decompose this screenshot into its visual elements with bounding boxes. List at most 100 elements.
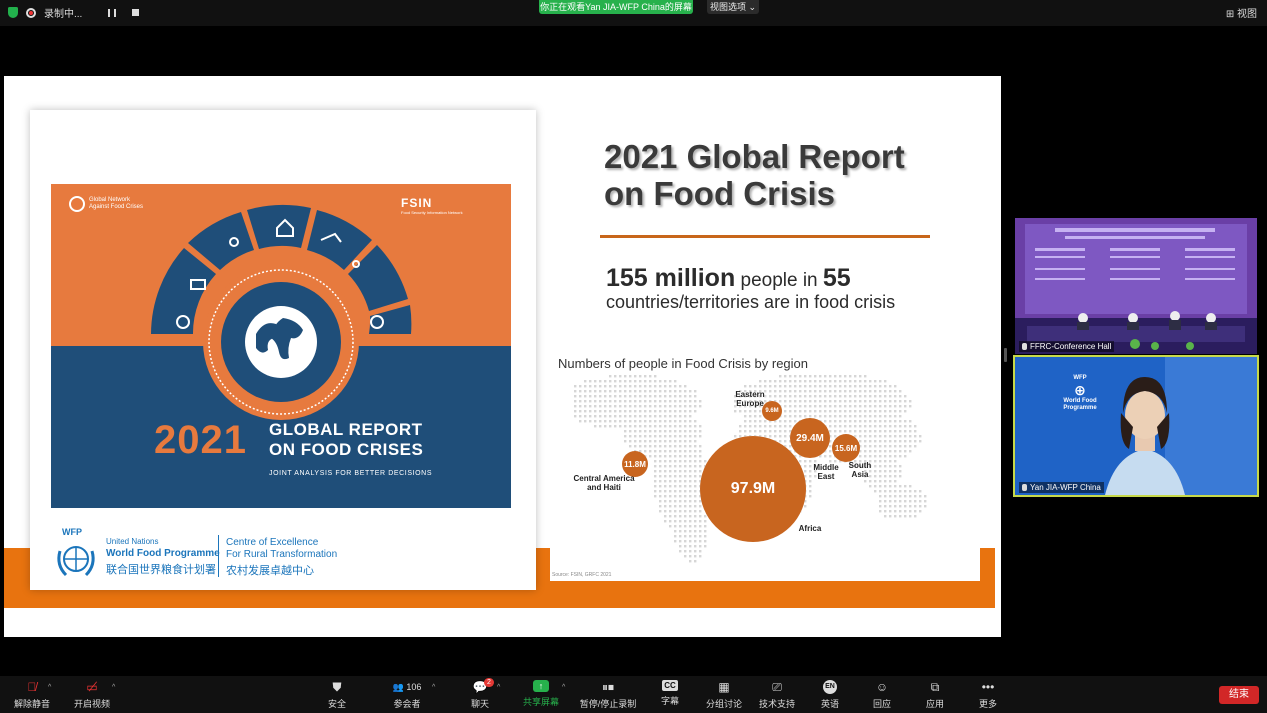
chat-label: 聊天 — [470, 699, 489, 709]
tile-name-yan-jia: Yan JIA-WFP China — [1019, 482, 1104, 493]
mic-muted-icon — [1022, 484, 1027, 491]
global-network-text: Global Network Against Food Crises — [89, 197, 143, 211]
language-label: 英语 — [820, 699, 839, 709]
zoom-meeting-window: 录制中... 你正在观看Yan JIA-WFP China的屏幕 视图选项 ⌄ … — [0, 0, 1267, 713]
chat-caret[interactable]: ^ — [497, 684, 500, 691]
video-tile-yan-jia[interactable]: WFP ⊕ World Food Programme Yan JIA-WFP C… — [1013, 355, 1259, 497]
stop-recording-icon[interactable] — [132, 9, 140, 16]
breakout-label: 分组讨论 — [705, 699, 742, 709]
stat-line2: countries/territories are in food crisis — [606, 292, 896, 312]
label-africa: Africa — [790, 524, 830, 533]
start-video-label: 开启视频 — [73, 699, 110, 709]
wfp-tile-emblem-icon: ⊕ — [1074, 382, 1086, 398]
language-icon: EN — [823, 680, 837, 694]
label-middle-east-l2: East — [817, 472, 835, 481]
unmute-label: 解除静音 — [13, 699, 50, 709]
mic-muted-icon — [1022, 343, 1027, 350]
recording-icon — [26, 7, 36, 18]
start-video-button[interactable]: ▭̸ 开启视频 — [70, 680, 114, 710]
global-network-logo: Global Network Against Food Crises — [69, 196, 143, 212]
cover-title-line1: GLOBAL REPORT — [269, 420, 423, 439]
tile-name-conference-hall: FFRC-Conference Hall — [1019, 341, 1115, 352]
pause-stop-recording-button[interactable]: ⏸⏹ 暂停/停止录制 — [578, 680, 638, 710]
language-button[interactable]: EN 英语 — [808, 680, 852, 710]
share-screen-icon: ↑ — [533, 680, 549, 692]
tech-support-button[interactable]: ⎚ 技术支持 — [755, 680, 799, 710]
report-title-line1: 2021 Global Report — [604, 138, 905, 175]
label-africa-l1: Africa — [798, 524, 822, 533]
label-middle-east-l1: Middle — [813, 463, 839, 472]
fsin-logo-subtext: Food Security Information Network — [401, 210, 463, 215]
stat-count: 155 million — [606, 264, 736, 292]
wfp-label: WFP — [62, 527, 82, 537]
reactions-button[interactable]: ☺ 回应 — [860, 680, 904, 710]
yan-jia-video — [1015, 357, 1257, 495]
view-options-label: 视图选项 — [709, 2, 746, 12]
tile-name-conference-hall-text: FFRC-Conference Hall — [1030, 342, 1112, 351]
logo-separator — [218, 535, 219, 577]
video-off-icon: ▭̸ — [86, 680, 98, 694]
label-eastern-europe: Eastern Europe — [730, 390, 770, 408]
view-button[interactable]: ⊞ 视图 — [1226, 5, 1257, 20]
recording-status: 录制中... — [8, 5, 140, 20]
more-icon: ••• — [981, 680, 995, 694]
share-caret[interactable]: ^ — [562, 684, 565, 691]
security-button[interactable]: ⛊ 安全 — [315, 680, 359, 710]
label-south-asia: South Asia — [840, 461, 880, 479]
cover-year: 2021 — [154, 418, 247, 462]
slide-right-panel: 2021 Global Report on Food Crisis 155 mi… — [550, 76, 980, 608]
chat-badge: 2 — [484, 678, 494, 687]
end-meeting-button[interactable]: 结束 — [1219, 686, 1259, 704]
gn-line1: Global Network — [89, 197, 131, 203]
video-options-caret[interactable]: ^ — [112, 684, 115, 691]
coe-line2: For Rural Transformation — [226, 549, 338, 560]
cc-icon: CC — [662, 680, 678, 691]
apps-icon: ⧉ — [930, 680, 940, 694]
apps-button[interactable]: ⧉ 应用 — [913, 680, 957, 710]
pause-stop-icon: ⏸⏹ — [601, 680, 614, 694]
stat-people-in: people in — [735, 270, 823, 291]
fsin-logo: FSIN Food Security Information Network — [401, 196, 463, 215]
captions-label: 字幕 — [660, 696, 679, 706]
map-source: Source: FSIN, GRFC 2021 — [552, 572, 612, 578]
stat-countries: 55 — [822, 264, 851, 292]
wfp-tile-logo-l2: World Food — [1063, 398, 1097, 404]
wfp-tile-logo: WFP ⊕ World Food Programme — [1060, 375, 1100, 412]
participants-icon: 👥 106 — [392, 682, 422, 692]
share-screen-button[interactable]: ↑ 共享屏幕 — [519, 680, 563, 708]
wfp-tile-logo-l1: WFP — [1073, 375, 1087, 381]
coe-line1: Centre of Excellence — [226, 537, 319, 548]
participants-count: 106 — [406, 682, 422, 692]
more-button[interactable]: ••• 更多 — [966, 680, 1010, 710]
shared-screen: Global Network Against Food Crises FSIN F… — [4, 76, 1001, 637]
security-label: 安全 — [327, 699, 346, 709]
coe-chinese: 农村发展卓越中心 — [226, 565, 314, 577]
gn-line2: Against Food Crises — [89, 204, 144, 210]
captions-button[interactable]: CC 字幕 — [648, 680, 692, 707]
video-tile-conference-hall[interactable]: FFRC-Conference Hall — [1015, 218, 1257, 354]
participants-button[interactable]: 👥 106 参会者 — [385, 680, 429, 710]
participants-label: 参会者 — [393, 699, 421, 709]
breakout-rooms-button[interactable]: ▦ 分组讨论 — [702, 680, 746, 710]
panel-splitter-handle[interactable] — [1004, 348, 1007, 362]
bubble-middle-east: 29.4M — [790, 418, 830, 458]
label-central-america-l2: and Haiti — [587, 483, 621, 492]
label-south-asia-l2: Asia — [851, 470, 869, 479]
apps-label: 应用 — [925, 699, 944, 709]
share-screen-label: 共享屏幕 — [522, 697, 559, 707]
cover-title: GLOBAL REPORT ON FOOD CRISES — [269, 420, 423, 460]
title-rule — [600, 235, 930, 238]
security-shield-icon[interactable] — [8, 7, 18, 18]
viewing-screen-banner: 你正在观看Yan JIA-WFP China的屏幕 — [539, 0, 693, 14]
tech-support-label: 技术支持 — [758, 699, 795, 709]
audio-options-caret[interactable]: ^ — [48, 684, 51, 691]
cover-subtitle: JOINT ANALYSIS FOR BETTER DECISIONS — [269, 470, 433, 477]
chat-button[interactable]: 💬 2 聊天 — [458, 678, 502, 710]
shield-icon: ⛊ — [332, 680, 342, 694]
participants-caret[interactable]: ^ — [432, 684, 435, 691]
wfp-tile-logo-l3: Programme — [1063, 405, 1097, 411]
pause-recording-icon[interactable] — [108, 8, 117, 17]
recording-label: 录制中... — [44, 9, 83, 20]
report-cover: Global Network Against Food Crises FSIN F… — [51, 184, 511, 508]
view-options-button[interactable]: 视图选项 ⌄ — [707, 0, 759, 14]
